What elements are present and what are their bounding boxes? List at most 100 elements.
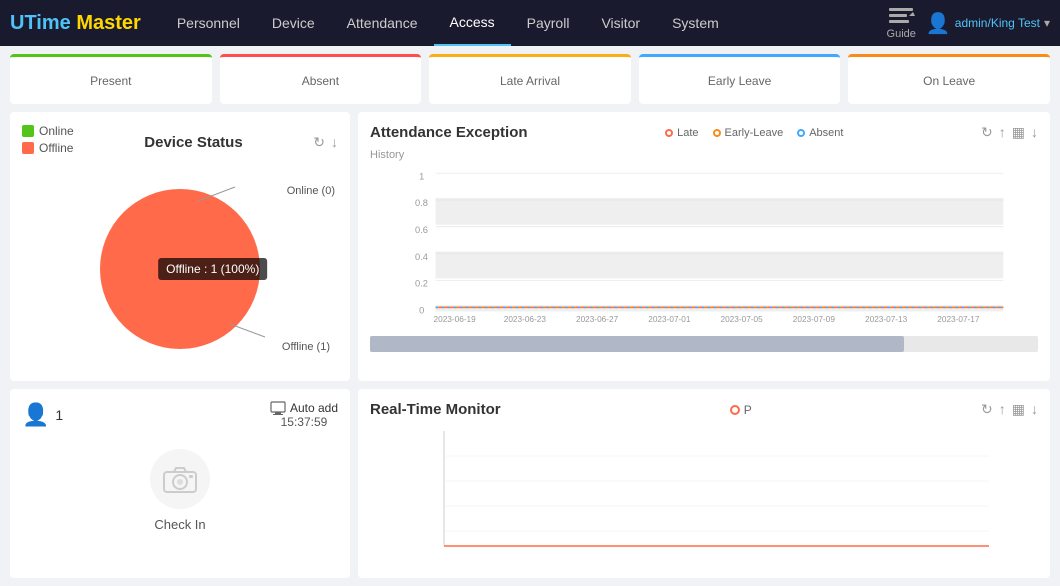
history-label: History [370, 149, 1038, 161]
realtime-upload-icon[interactable]: ↑ [999, 401, 1006, 418]
att-legend-absent: Absent [797, 127, 843, 139]
realtime-panel: Real-Time Monitor P ↻ ↑ ▦ ↓ [358, 389, 1050, 578]
checkin-count: 1 [55, 407, 63, 423]
main-nav: Personnel Device Attendance Access Payro… [161, 0, 887, 46]
checkin-label: Check In [154, 517, 205, 532]
logo: UTime Master [10, 12, 141, 35]
svg-text:0.8: 0.8 [415, 198, 428, 208]
auto-add-text: Auto add [290, 401, 338, 415]
device-download-icon[interactable]: ↓ [331, 134, 338, 151]
svg-text:2023-06-19: 2023-06-19 [434, 315, 477, 324]
realtime-chart-area [370, 426, 1038, 566]
user-dropdown-icon: ▾ [1044, 16, 1050, 30]
guide-icon [887, 6, 915, 28]
nav-visitor[interactable]: Visitor [585, 0, 656, 46]
absent-label: Absent [302, 74, 339, 88]
present-label: Present [90, 74, 131, 88]
checkin-count-area: 👤 1 [22, 402, 63, 428]
nav-attendance[interactable]: Attendance [331, 0, 434, 46]
on-leave-label: On Leave [923, 74, 975, 88]
device-legend: Online Offline [22, 124, 74, 155]
person-icon: 👤 [22, 402, 49, 428]
attendance-chart-svg: 1 0.8 0.6 0.4 0.2 0 [370, 169, 1038, 329]
online-pie-label: Online (0) [287, 185, 335, 197]
online-dot [22, 125, 34, 137]
nav-personnel[interactable]: Personnel [161, 0, 256, 46]
realtime-bar-icon[interactable]: ▦ [1012, 401, 1025, 418]
device-status-actions: ↻ ↓ [313, 134, 338, 151]
nav-payroll[interactable]: Payroll [511, 0, 586, 46]
att-refresh-icon[interactable]: ↻ [981, 124, 993, 141]
svg-text:1: 1 [419, 171, 424, 181]
att-absent-label: Absent [809, 127, 843, 139]
logo-time: Time [24, 12, 70, 35]
offline-pie-text: Offline (1) [282, 341, 330, 353]
auto-add-time: 15:37:59 [281, 415, 328, 429]
auto-add-area: Auto add 15:37:59 [270, 401, 338, 429]
svg-text:0.2: 0.2 [415, 279, 428, 289]
header: UTime Master Personnel Device Attendance… [0, 0, 1060, 46]
offline-dot [22, 142, 34, 154]
svg-text:0.6: 0.6 [415, 225, 428, 235]
realtime-header: Real-Time Monitor P ↻ ↑ ▦ ↓ [370, 401, 1038, 418]
monitor-icon [270, 401, 286, 415]
attendance-chart-area: 1 0.8 0.6 0.4 0.2 0 [370, 169, 1038, 349]
att-legend-early: Early-Leave [713, 127, 784, 139]
offline-legend-label: Offline [39, 141, 73, 155]
bottom-row: 👤 1 Auto add 15:37:59 [10, 389, 1050, 578]
att-bar-icon[interactable]: ▦ [1012, 124, 1025, 141]
guide-button[interactable]: Guide [887, 6, 916, 40]
summary-card-on-leave[interactable]: On Leave [848, 54, 1050, 104]
realtime-actions: ↻ ↑ ▦ ↓ [981, 401, 1038, 418]
user-avatar-icon: 👤 [926, 11, 951, 36]
device-refresh-icon[interactable]: ↻ [313, 134, 325, 151]
checkin-top-row: 👤 1 Auto add 15:37:59 [22, 401, 338, 429]
chart-scroll-thumb[interactable] [370, 336, 904, 352]
device-status-header: Online Offline Device Status ↻ ↓ [22, 124, 338, 161]
user-menu[interactable]: 👤 admin/King Test ▾ [926, 11, 1050, 36]
logo-u: U [10, 12, 24, 35]
offline-pie-label: Offline (1) [282, 341, 330, 353]
realtime-refresh-icon[interactable]: ↻ [981, 401, 993, 418]
header-right: Guide 👤 admin/King Test ▾ [887, 6, 1050, 40]
att-dot-late [665, 129, 673, 137]
logo-master: Master [76, 12, 140, 35]
summary-card-early-leave[interactable]: Early Leave [639, 54, 841, 104]
svg-text:2023-06-27: 2023-06-27 [576, 315, 619, 324]
att-legend-late: Late [665, 127, 698, 139]
checkin-camera-area: Check In [22, 449, 338, 532]
attendance-title: Attendance Exception [370, 124, 528, 141]
att-download-icon[interactable]: ↓ [1031, 124, 1038, 141]
nav-access[interactable]: Access [434, 0, 511, 46]
chart-scrollbar[interactable] [370, 336, 1038, 352]
legend-online: Online [22, 124, 74, 138]
attendance-legend: Late Early-Leave Absent [665, 127, 843, 139]
summary-card-present[interactable]: Present [10, 54, 212, 104]
camera-svg [163, 465, 197, 493]
realtime-title: Real-Time Monitor [370, 401, 501, 418]
realtime-legend-label: P [744, 403, 752, 417]
att-dot-absent [797, 129, 805, 137]
svg-text:0: 0 [419, 306, 424, 316]
pie-svg [80, 169, 280, 369]
top-row: Online Offline Device Status ↻ ↓ [10, 112, 1050, 381]
attendance-header: Attendance Exception Late Early-Leave Ab… [370, 124, 1038, 141]
nav-device[interactable]: Device [256, 0, 331, 46]
realtime-legend-dot [730, 405, 740, 415]
online-pie-text: Online (0) [287, 185, 335, 197]
att-late-label: Late [677, 127, 698, 139]
att-upload-icon[interactable]: ↑ [999, 124, 1006, 141]
nav-system[interactable]: System [656, 0, 735, 46]
device-status-title: Device Status [144, 134, 242, 151]
attendance-actions: ↻ ↑ ▦ ↓ [981, 124, 1038, 141]
svg-text:2023-07-09: 2023-07-09 [793, 315, 836, 324]
auto-add-label: Auto add [270, 401, 338, 415]
device-status-panel: Online Offline Device Status ↻ ↓ [10, 112, 350, 381]
realtime-download-icon[interactable]: ↓ [1031, 401, 1038, 418]
checkin-panel: 👤 1 Auto add 15:37:59 [10, 389, 350, 578]
summary-card-absent[interactable]: Absent [220, 54, 422, 104]
late-label: Late Arrival [500, 74, 560, 88]
main-content: Online Offline Device Status ↻ ↓ [0, 112, 1060, 586]
svg-text:0.4: 0.4 [415, 252, 428, 262]
summary-card-late[interactable]: Late Arrival [429, 54, 631, 104]
